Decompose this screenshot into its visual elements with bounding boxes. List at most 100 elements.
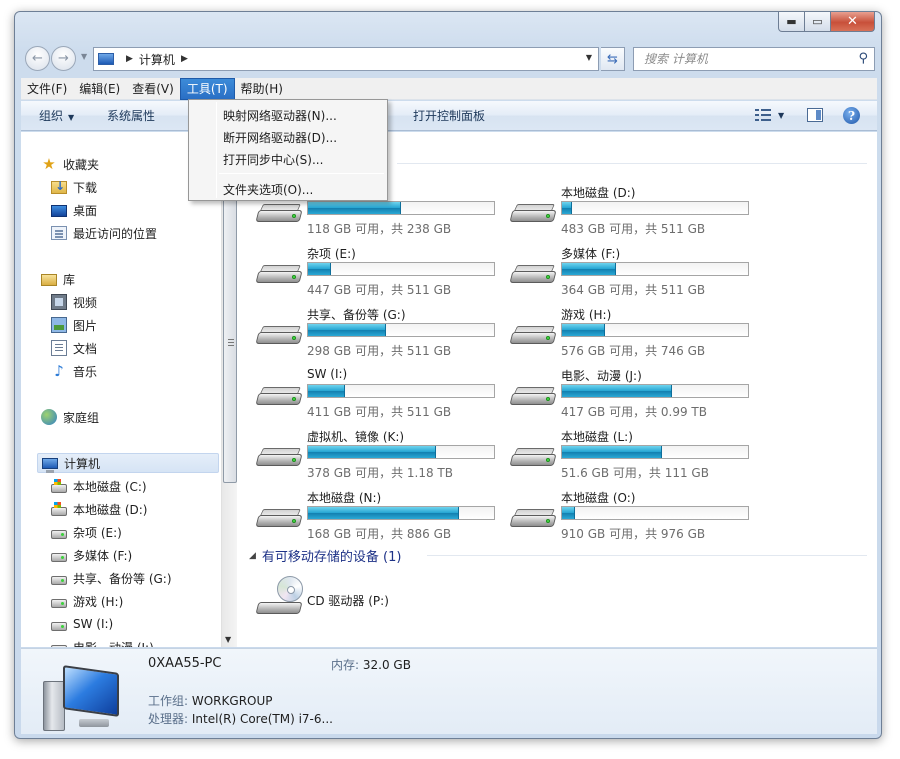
sidebar-libraries[interactable]: 库	[41, 269, 75, 289]
drive-tile[interactable]: 本地磁盘 (N:) 168 GB 可用，共 886 GB	[253, 489, 503, 541]
system-drive-icon	[51, 502, 67, 516]
minimize-icon: ▬	[786, 15, 797, 28]
sidebar-item-drive-e[interactable]: 杂项 (E:)	[51, 522, 122, 542]
drive-name: 电影、动漫 (J:)	[561, 369, 642, 383]
drive-tile[interactable]: 多媒体 (F:) 364 GB 可用，共 511 GB	[507, 245, 757, 297]
menu-help[interactable]: 帮助(H)	[235, 78, 289, 100]
sidebar-item-drive-j[interactable]: 电影、动漫 (J:)	[51, 637, 154, 647]
sidebar-item-pictures[interactable]: 图片	[51, 315, 97, 335]
cd-drive-icon	[255, 576, 307, 620]
sidebar-item-drive-g[interactable]: 共享、备份等 (G:)	[51, 568, 172, 588]
hard-drive-icon	[51, 529, 67, 539]
cd-drive-tile[interactable]: CD 驱动器 (P:)	[253, 572, 503, 622]
sidebar-computer[interactable]: 计算机	[37, 453, 219, 473]
drive-tile[interactable]: 虚拟机、镜像 (K:) 378 GB 可用，共 1.18 TB	[253, 428, 503, 480]
sidebar-item-drive-i[interactable]: SW (I:)	[51, 614, 113, 634]
hard-drive-icon	[51, 598, 67, 608]
hard-drive-icon	[509, 387, 557, 407]
hard-drive-icon	[255, 326, 303, 346]
open-control-panel-button[interactable]: 打开控制面板	[413, 101, 485, 131]
organize-button[interactable]: 组织 ▼	[39, 101, 74, 131]
system-properties-button[interactable]: 系统属性	[107, 101, 155, 131]
preview-pane-icon[interactable]	[807, 108, 823, 122]
refresh-button[interactable]: ⇆	[601, 47, 625, 71]
arrow-right-icon: →	[58, 51, 69, 66]
drive-tile[interactable]: 游戏 (H:) 576 GB 可用，共 746 GB	[507, 306, 757, 358]
forward-button[interactable]: →	[51, 46, 76, 71]
sidebar-item-recent-places[interactable]: 最近访问的位置	[51, 223, 157, 243]
hard-drive-icon	[51, 644, 67, 647]
drive-name: 本地磁盘 (N:)	[307, 491, 382, 505]
library-icon	[41, 274, 57, 286]
drive-name: 游戏 (H:)	[561, 308, 612, 322]
drive-tile[interactable]: SW (I:) 411 GB 可用，共 511 GB	[253, 367, 503, 419]
drive-tile[interactable]: 共享、备份等 (G:) 298 GB 可用，共 511 GB	[253, 306, 503, 358]
address-dropdown-icon[interactable]: ▼	[586, 53, 592, 62]
sidebar-item-desktop[interactable]: 桌面	[51, 200, 97, 220]
search-input[interactable]	[642, 51, 842, 67]
drive-usage-bar	[561, 506, 749, 520]
drive-tile[interactable]: 本地磁盘 (O:) 910 GB 可用，共 976 GB	[507, 489, 757, 541]
drive-usage-bar	[561, 262, 749, 276]
hard-drive-icon	[255, 204, 303, 224]
menu-file[interactable]: 文件(F)	[21, 78, 73, 100]
sidebar-favorites[interactable]: ★ 收藏夹	[41, 154, 99, 174]
breadcrumb-separator-icon[interactable]: ▶	[126, 54, 133, 64]
search-icon[interactable]: ⚲	[858, 51, 868, 66]
breadcrumb-separator-icon[interactable]: ▶	[181, 54, 188, 64]
maximize-button[interactable]: ▭	[805, 12, 831, 32]
scroll-thumb[interactable]	[223, 152, 237, 483]
menu-tools[interactable]: 工具(T)	[179, 78, 235, 100]
view-options-chevron-icon[interactable]: ▼	[778, 101, 784, 131]
refresh-icon: ⇆	[607, 51, 618, 67]
sidebar-homegroup[interactable]: 家庭组	[41, 407, 99, 427]
sidebar-item-drive-f[interactable]: 多媒体 (F:)	[51, 545, 132, 565]
back-button[interactable]: ←	[25, 46, 50, 71]
drive-tile[interactable]: 本地磁盘 (D:) 483 GB 可用，共 511 GB	[507, 184, 757, 236]
hard-drive-icon	[509, 326, 557, 346]
help-icon[interactable]: ?	[843, 107, 860, 124]
navigation-row: ← → ▼ ▶ 计算机 ▶ ▼ ⇆ ⚲	[23, 45, 875, 73]
drive-usage-fill	[308, 202, 401, 214]
hard-drive-icon	[51, 552, 67, 562]
change-view-icon[interactable]	[755, 109, 771, 122]
sidebar-scrollbar[interactable]: ▲ ▼	[221, 132, 237, 647]
sidebar-item-videos[interactable]: 视频	[51, 292, 97, 312]
menu-item-folder-options[interactable]: 文件夹选项(O)...	[223, 181, 313, 198]
sidebar-item-downloads[interactable]: 下载	[51, 177, 97, 197]
menu-item-map-network-drive[interactable]: 映射网络驱动器(N)...	[223, 107, 337, 124]
arrow-left-icon: ←	[32, 51, 43, 66]
hard-drive-icon	[51, 621, 67, 631]
breadcrumb-computer[interactable]: 计算机	[139, 51, 175, 68]
maximize-icon: ▭	[812, 15, 823, 28]
drive-tile[interactable]: 电影、动漫 (J:) 417 GB 可用，共 0.99 TB	[507, 367, 757, 419]
computer-name: 0XAA55-PC	[148, 656, 222, 671]
removable-devices-header[interactable]: ◢ 有可移动存储的设备 (1)	[249, 546, 401, 565]
document-icon	[51, 340, 67, 356]
sidebar-item-drive-d[interactable]: 本地磁盘 (D:)	[51, 499, 147, 519]
drive-tile[interactable]: 本地磁盘 (L:) 51.6 GB 可用，共 111 GB	[507, 428, 757, 480]
sidebar-item-documents[interactable]: 文档	[51, 338, 97, 358]
menu-bar: 文件(F) 编辑(E) 查看(V) 工具(T) 帮助(H)	[21, 78, 877, 100]
recent-pages-dropdown[interactable]: ▼	[81, 52, 87, 61]
drive-free-space: 51.6 GB 可用，共 111 GB	[561, 466, 709, 480]
minimize-button[interactable]: ▬	[778, 12, 805, 32]
drive-free-space: 417 GB 可用，共 0.99 TB	[561, 405, 707, 419]
navigation-pane: ★收藏夹 下载 桌面 最近访问的位置 库 视频 图片 文档 ♪音乐 家庭组 计算…	[21, 132, 221, 647]
menu-item-disconnect-network-drive[interactable]: 断开网络驱动器(D)...	[223, 129, 337, 146]
close-button[interactable]: ✕	[831, 12, 875, 32]
sidebar-item-drive-c[interactable]: 本地磁盘 (C:)	[51, 476, 147, 496]
menu-view[interactable]: 查看(V)	[126, 78, 180, 100]
sidebar-item-drive-h[interactable]: 游戏 (H:)	[51, 591, 123, 611]
explorer-window: ▬ ▭ ✕ ← → ▼ ▶ 计算机 ▶ ▼ ⇆ ⚲ 文件(F) 编辑(E) 查看…	[14, 11, 882, 739]
drive-name: 虚拟机、镜像 (K:)	[307, 430, 405, 444]
menu-edit[interactable]: 编辑(E)	[73, 78, 126, 100]
scroll-down-icon[interactable]: ▼	[225, 635, 231, 644]
address-bar[interactable]: ▶ 计算机 ▶ ▼	[93, 47, 599, 71]
drive-usage-bar	[307, 384, 495, 398]
drive-free-space: 378 GB 可用，共 1.18 TB	[307, 466, 453, 480]
sidebar-item-music[interactable]: ♪ 音乐	[51, 361, 97, 381]
menu-item-open-sync-center[interactable]: 打开同步中心(S)...	[223, 151, 323, 168]
drive-tile[interactable]: 杂项 (E:) 447 GB 可用，共 511 GB	[253, 245, 503, 297]
drive-free-space: 298 GB 可用，共 511 GB	[307, 344, 452, 358]
